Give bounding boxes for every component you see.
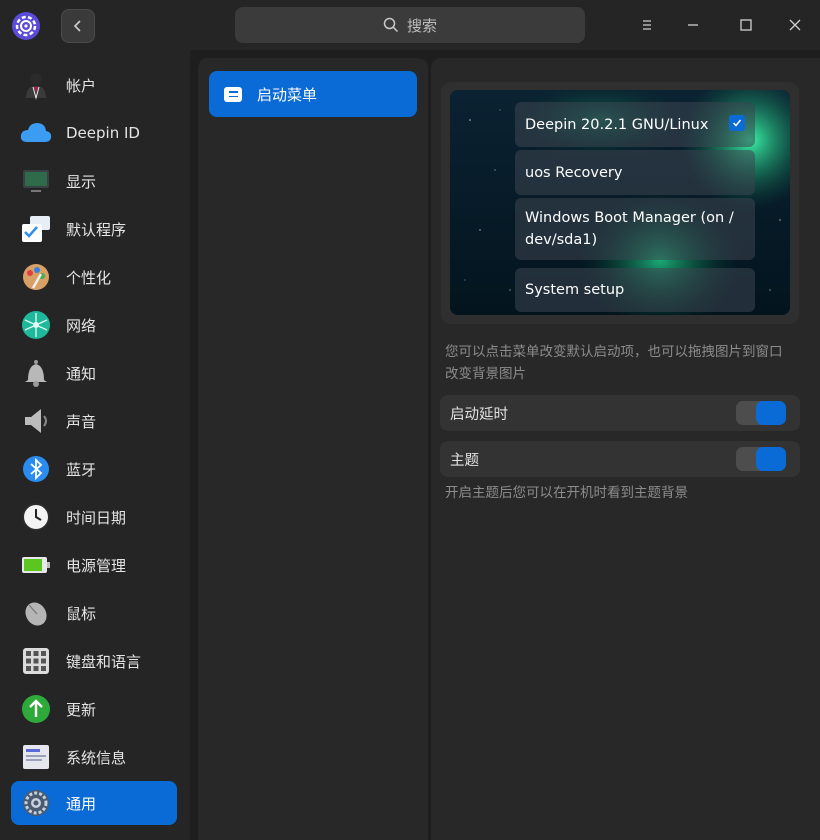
boot-delay-row: 启动延时 <box>440 395 800 431</box>
boot-menu-settings: Deepin 20.2.1 GNU/Linux uos Recovery Win… <box>431 58 820 840</box>
sidebar-item-label: 更新 <box>66 700 97 719</box>
sidebar-item-label: 系统信息 <box>66 748 127 767</box>
bell-icon <box>19 356 53 390</box>
control-center-logo-icon[interactable] <box>11 11 41 41</box>
sidebar: 帐户 Deepin ID 显示 默认程序 个性化 网络 通知 声音 蓝牙 时间日… <box>0 50 190 840</box>
clock-icon <box>19 500 53 534</box>
sidebar-item-mouse[interactable]: 鼠标 <box>11 591 177 635</box>
search-input[interactable]: 搜索 <box>235 7 585 43</box>
sidebar-item-power[interactable]: 电源管理 <box>11 543 177 587</box>
submenu-item-label: 启动菜单 <box>257 85 318 104</box>
bluetooth-icon <box>19 452 53 486</box>
sidebar-item-label: 鼠标 <box>66 604 97 623</box>
sidebar-item-default-apps[interactable]: 默认程序 <box>11 207 177 251</box>
sidebar-item-personalization[interactable]: 个性化 <box>11 255 177 299</box>
sidebar-item-label: 电源管理 <box>66 556 127 575</box>
general-gear-icon <box>19 786 53 820</box>
menu-button[interactable] <box>632 10 662 40</box>
account-icon <box>19 68 53 102</box>
chevron-left-icon <box>73 20 81 32</box>
maximize-button[interactable] <box>731 10 761 40</box>
sidebar-item-label: 通知 <box>66 364 97 383</box>
boot-entry-label: Windows Boot Manager (on / dev/sda1) <box>525 210 734 248</box>
mouse-icon <box>19 596 53 630</box>
default-apps-icon <box>19 212 53 246</box>
theme-toggle[interactable] <box>736 447 786 471</box>
sidebar-item-network[interactable]: 网络 <box>11 303 177 347</box>
sidebar-item-account[interactable]: 帐户 <box>11 63 177 107</box>
close-icon <box>789 19 801 31</box>
boot-background-preview[interactable]: Deepin 20.2.1 GNU/Linux uos Recovery Win… <box>450 90 790 315</box>
sidebar-item-label: 帐户 <box>66 76 97 95</box>
sidebar-item-datetime[interactable]: 时间日期 <box>11 495 177 539</box>
sidebar-item-deepin-id[interactable]: Deepin ID <box>11 111 177 155</box>
sidebar-item-notification[interactable]: 通知 <box>11 351 177 395</box>
boot-entry[interactable]: Windows Boot Manager (on / dev/sda1) <box>515 198 755 260</box>
theme-label: 主题 <box>450 452 479 469</box>
sidebar-item-update[interactable]: 更新 <box>11 687 177 731</box>
sidebar-item-label: 通用 <box>66 794 97 813</box>
toggle-knob <box>756 447 786 471</box>
sidebar-item-sound[interactable]: 声音 <box>11 399 177 443</box>
sidebar-item-label: Deepin ID <box>66 124 140 142</box>
system-info-icon <box>19 740 53 774</box>
boot-menu-hint: 您可以点击菜单改变默认启动项，也可以拖拽图片到窗口改变背景图片 <box>445 344 783 382</box>
title-bar: 搜索 <box>0 0 820 50</box>
sidebar-item-label: 网络 <box>66 316 97 335</box>
submenu-item-boot-menu[interactable]: 启动菜单 <box>209 71 417 117</box>
minimize-icon <box>688 24 698 26</box>
palette-icon <box>19 260 53 294</box>
sidebar-item-label: 个性化 <box>66 268 112 287</box>
speaker-icon <box>19 404 53 438</box>
sidebar-item-label: 键盘和语言 <box>66 652 142 671</box>
maximize-icon <box>740 19 752 31</box>
sidebar-item-label: 时间日期 <box>66 508 127 527</box>
update-icon <box>19 692 53 726</box>
sidebar-item-label: 显示 <box>66 172 97 191</box>
theme-row: 主题 <box>440 441 800 477</box>
default-check-icon <box>729 115 745 131</box>
boot-entry[interactable]: uos Recovery <box>515 150 755 195</box>
boot-entry-label: Deepin 20.2.1 GNU/Linux <box>525 116 709 133</box>
menu-icon <box>643 20 651 30</box>
boot-delay-toggle[interactable] <box>736 401 786 425</box>
boot-entry-label: uos Recovery <box>525 164 623 181</box>
back-button[interactable] <box>61 9 95 43</box>
boot-preview-frame: Deepin 20.2.1 GNU/Linux uos Recovery Win… <box>441 82 799 324</box>
boot-menu-icon <box>224 86 242 102</box>
sidebar-item-label: 默认程序 <box>66 220 127 239</box>
sidebar-item-label: 声音 <box>66 412 97 431</box>
sidebar-item-system-info[interactable]: 系统信息 <box>11 735 177 779</box>
search-icon <box>383 17 399 33</box>
boot-delay-label: 启动延时 <box>450 406 508 423</box>
minimize-button[interactable] <box>678 10 708 40</box>
sidebar-item-general[interactable]: 通用 <box>11 781 177 825</box>
close-button[interactable] <box>780 10 810 40</box>
boot-entry[interactable]: System setup <box>515 268 755 312</box>
boot-entry-default[interactable]: Deepin 20.2.1 GNU/Linux <box>515 102 755 147</box>
sub-menu-panel: 启动菜单 <box>198 58 428 840</box>
battery-icon <box>19 548 53 582</box>
search-placeholder: 搜索 <box>406 16 437 35</box>
keyboard-icon <box>19 644 53 678</box>
network-icon <box>19 308 53 342</box>
display-icon <box>19 164 53 198</box>
sidebar-item-bluetooth[interactable]: 蓝牙 <box>11 447 177 491</box>
theme-hint: 开启主题后您可以在开机时看到主题背景 <box>445 485 688 501</box>
sidebar-item-label: 蓝牙 <box>66 460 97 479</box>
sidebar-item-display[interactable]: 显示 <box>11 159 177 203</box>
boot-entry-label: System setup <box>525 282 625 298</box>
sidebar-item-keyboard[interactable]: 键盘和语言 <box>11 639 177 683</box>
cloud-icon <box>19 116 53 150</box>
toggle-knob <box>756 401 786 425</box>
